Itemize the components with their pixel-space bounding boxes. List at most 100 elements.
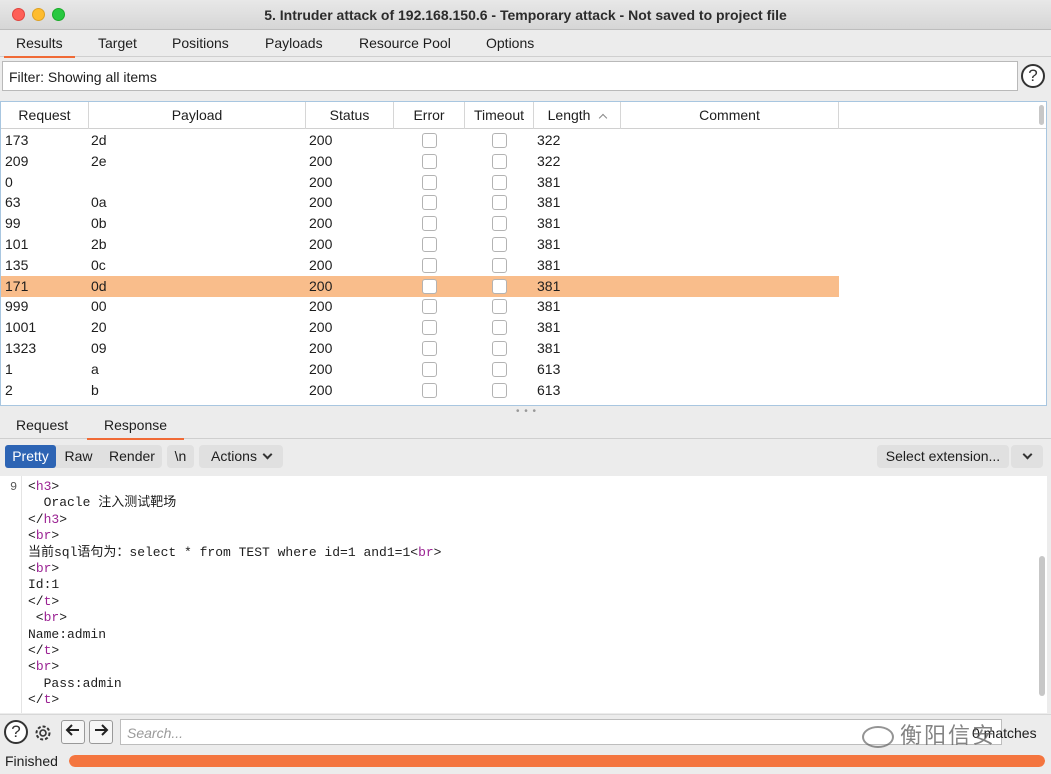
error-checkbox xyxy=(422,278,437,294)
code-text: Oracle 注入测试靶场 xyxy=(28,495,177,511)
select-extension-dropdown[interactable]: Select extension... xyxy=(877,445,1009,468)
timeout-checkbox xyxy=(492,174,507,190)
column-header-payload[interactable]: Payload xyxy=(89,102,306,129)
code-line: </t> xyxy=(28,692,59,708)
response-editor[interactable]: 9 <h3> Oracle 注入测试靶场 </h3> <br> 当前sql语句为：se… xyxy=(0,476,1047,713)
error-checkbox xyxy=(422,341,437,356)
cell-request: 101 xyxy=(5,236,29,252)
editor-scrollbar[interactable] xyxy=(1039,556,1045,696)
cell-request: 1001 xyxy=(5,319,37,336)
filter-bar[interactable]: Filter: Showing all items xyxy=(2,61,1018,91)
column-header-comment[interactable]: Comment xyxy=(621,102,839,129)
tab-payloads[interactable]: Payloads xyxy=(265,35,323,51)
timeout-checkbox xyxy=(492,153,507,169)
extension-dropdown-toggle[interactable] xyxy=(1011,445,1043,468)
table-row[interactable]: 209 2e 200 322 xyxy=(1,151,839,172)
cell-payload: 09 xyxy=(91,340,107,356)
timeout-checkbox xyxy=(492,195,507,211)
table-row[interactable]: 171 0d 200 381 xyxy=(1,275,839,297)
column-header-error[interactable]: Error xyxy=(394,102,465,129)
table-row[interactable]: 0 200 381 xyxy=(1,172,839,193)
code-text: < xyxy=(28,610,44,626)
cell-length: 381 xyxy=(537,340,561,356)
cell-status: 200 xyxy=(309,298,333,315)
code-line: <h3> xyxy=(28,479,59,495)
cell-request: 63 xyxy=(5,194,21,211)
table-row[interactable]: 2 b 200 613 xyxy=(1,380,839,401)
next-match-button[interactable] xyxy=(89,720,113,744)
code-text: > xyxy=(51,692,60,708)
code-line: Oracle 注入测试靶场 xyxy=(28,495,177,511)
cell-payload: 0a xyxy=(91,194,107,211)
table-row[interactable]: 101 2b 200 381 xyxy=(1,234,839,255)
cell-length: 613 xyxy=(537,360,561,377)
cell-payload: a xyxy=(91,360,99,377)
error-checkbox xyxy=(422,382,437,398)
code-text: > xyxy=(51,593,60,609)
watermark-text: 衡阳信安 xyxy=(900,723,997,748)
attack-tabs: Results Target Positions Payloads Resour… xyxy=(0,30,1051,58)
cell-payload: 0d xyxy=(91,277,107,294)
column-header-status[interactable]: Status xyxy=(306,102,394,129)
watermark: 衡阳信安 xyxy=(862,718,996,750)
cell-status: 200 xyxy=(309,173,333,190)
help-icon[interactable]: ? xyxy=(4,720,28,744)
column-header-length[interactable]: Length xyxy=(534,102,621,129)
column-header-timeout[interactable]: Timeout xyxy=(465,102,534,129)
timeout-checkbox xyxy=(492,237,507,252)
timeout-checkbox xyxy=(492,257,507,273)
tab-target[interactable]: Target xyxy=(98,35,137,51)
tab-options[interactable]: Options xyxy=(486,35,534,51)
actions-button[interactable]: Actions xyxy=(199,445,283,468)
column-header-request[interactable]: Request xyxy=(1,102,89,129)
code-line: Id:1 xyxy=(28,577,59,593)
code-text: </ xyxy=(28,643,44,658)
code-text: > xyxy=(433,544,442,560)
table-row[interactable]: 1 a 200 613 xyxy=(1,359,839,380)
cell-length: 381 xyxy=(537,256,561,273)
cell-status: 200 xyxy=(309,132,333,148)
tab-response[interactable]: Response xyxy=(86,417,185,440)
timeout-checkbox xyxy=(492,320,507,336)
results-table: Request Payload Status Error Timeout Len… xyxy=(0,101,1047,406)
tab-resource-pool[interactable]: Resource Pool xyxy=(359,35,451,51)
raw-button[interactable]: Raw xyxy=(58,445,99,468)
table-row[interactable]: 999 00 200 381 xyxy=(1,296,839,317)
code-text: > xyxy=(51,528,60,544)
table-row[interactable]: 1001 20 200 381 xyxy=(1,317,839,338)
table-row[interactable]: 173 2d 200 322 xyxy=(1,130,839,151)
cell-status: 200 xyxy=(309,340,333,356)
title-bar: 5. Intruder attack of 192.168.150.6 - Te… xyxy=(0,0,1051,30)
code-text: 当前sql语句为：select * from TEST where id=1 a… xyxy=(28,544,419,560)
tab-positions[interactable]: Positions xyxy=(172,35,229,51)
html-tag-name: br xyxy=(35,528,52,544)
table-row[interactable]: 1323 09 200 381 xyxy=(1,338,839,359)
arrow-left-icon xyxy=(65,724,79,736)
table-scrollbar[interactable] xyxy=(1039,105,1044,125)
html-tag-name: br xyxy=(35,659,52,675)
chevron-down-icon xyxy=(1022,449,1032,460)
cell-request: 209 xyxy=(5,152,29,169)
table-row[interactable]: 63 0a 200 381 xyxy=(1,192,839,213)
html-tag-name: br xyxy=(43,610,60,626)
timeout-checkbox xyxy=(492,278,507,294)
help-icon[interactable]: ? xyxy=(1021,64,1045,88)
gear-icon[interactable] xyxy=(33,723,53,743)
timeout-checkbox xyxy=(492,299,507,315)
tab-request[interactable]: Request xyxy=(16,417,68,433)
error-checkbox xyxy=(422,195,437,211)
cell-status: 200 xyxy=(309,360,333,377)
table-row[interactable]: 135 0c 200 381 xyxy=(1,255,839,276)
tab-results[interactable]: Results xyxy=(4,35,75,58)
pretty-button[interactable]: Pretty xyxy=(5,445,56,468)
render-button[interactable]: Render xyxy=(102,445,162,468)
timeout-checkbox xyxy=(492,133,507,148)
timeout-checkbox xyxy=(492,382,507,398)
code-text: < xyxy=(28,561,36,576)
cell-length: 381 xyxy=(537,236,561,252)
cell-length: 322 xyxy=(537,152,561,169)
newline-toggle-button[interactable]: \n xyxy=(167,445,194,468)
error-checkbox xyxy=(422,320,437,336)
table-row[interactable]: 99 0b 200 381 xyxy=(1,213,839,234)
previous-match-button[interactable] xyxy=(61,720,85,744)
